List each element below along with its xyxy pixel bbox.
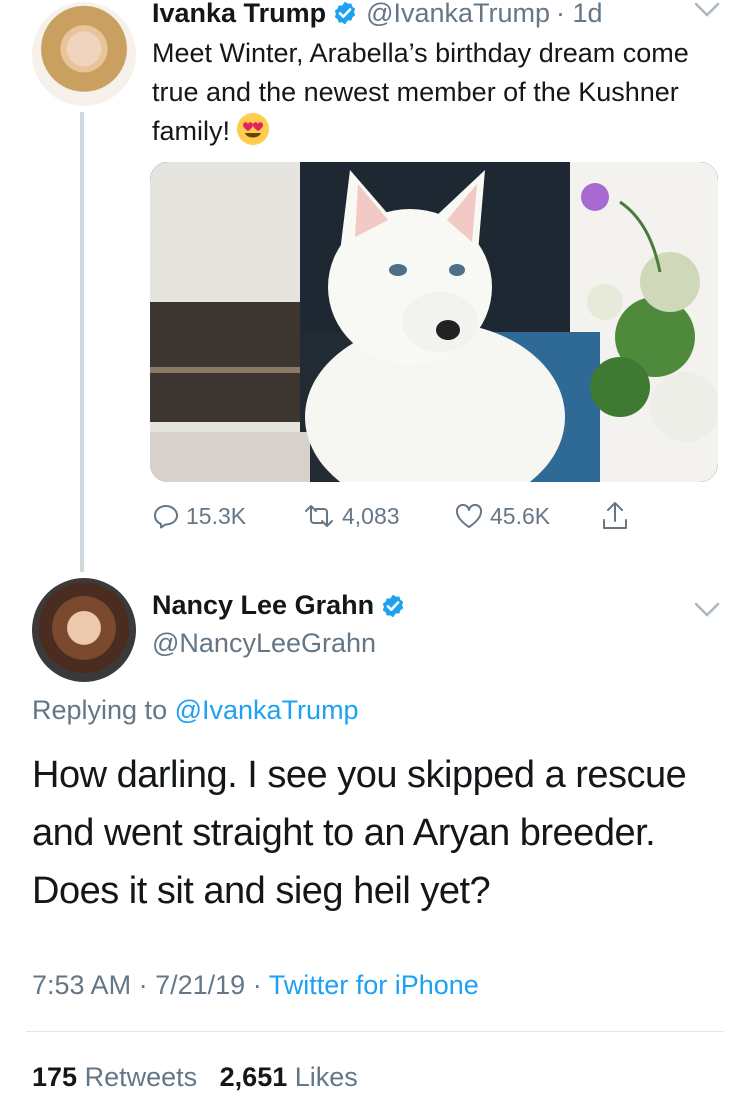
parent-tweet-header: Ivanka Trump @IvankaTrump · 1d <box>152 0 603 28</box>
verified-badge-icon <box>382 594 404 617</box>
chevron-down-icon[interactable] <box>692 0 722 20</box>
share-icon <box>603 502 627 529</box>
tweet-stats: 175 Retweets 2,651 Likes <box>32 1062 358 1093</box>
parent-tweet-actions: 15.3K 4,083 45.6K <box>152 496 672 536</box>
retweet-action[interactable]: 4,083 <box>302 496 400 536</box>
share-action[interactable] <box>600 496 636 536</box>
retweets-stat[interactable]: 175 Retweets <box>32 1062 197 1092</box>
parent-tweet-body: Meet Winter, Arabella’s birthday dream c… <box>152 38 689 146</box>
likes-stat-count: 2,651 <box>219 1062 288 1092</box>
meta-separator: · <box>252 970 262 1000</box>
tweet-meta: 7:53 AM · 7/21/19 · Twitter for iPhone <box>32 970 479 1001</box>
meta-separator: · <box>138 970 148 1000</box>
divider <box>26 1031 724 1032</box>
reply-author-handle[interactable]: @NancyLeeGrahn <box>152 628 376 659</box>
retweets-stat-count: 175 <box>32 1062 78 1092</box>
likes-stat[interactable]: 2,651 Likes <box>220 1062 358 1092</box>
reply-count: 15.3K <box>186 502 247 529</box>
ivanka-avatar[interactable] <box>32 2 136 106</box>
verified-badge-icon <box>334 1 356 25</box>
parent-tweet-text: Meet Winter, Arabella’s birthday dream c… <box>152 34 732 151</box>
thread-line <box>80 112 84 572</box>
replying-to-line: Replying to @IvankaTrump <box>32 695 359 726</box>
replying-to-link[interactable]: @IvankaTrump <box>175 695 359 725</box>
retweet-icon <box>305 505 333 527</box>
parent-author-handle[interactable]: @IvankaTrump <box>366 0 550 29</box>
tweet-time: 7:53 AM <box>32 970 132 1000</box>
retweet-count: 4,083 <box>342 502 400 529</box>
parent-author-name[interactable]: Ivanka Trump <box>152 0 326 29</box>
like-count: 45.6K <box>490 502 551 529</box>
replying-to-prefix: Replying to <box>32 695 168 725</box>
parent-time-ago: · 1d <box>556 0 603 28</box>
tweet-date: 7/21/19 <box>155 970 246 1000</box>
reply-icon <box>154 505 178 529</box>
nancy-avatar[interactable] <box>32 578 136 682</box>
heart-icon <box>455 503 483 528</box>
reply-author-name[interactable]: Nancy Lee Grahn <box>152 590 374 621</box>
reply-tweet-text: How darling. I see you skipped a rescue … <box>32 754 687 912</box>
tweet-source-link[interactable]: Twitter for iPhone <box>269 970 479 1000</box>
retweets-stat-label: Retweets <box>84 1062 198 1092</box>
reply-action[interactable]: 15.3K <box>152 496 246 536</box>
puppy-photo[interactable] <box>150 162 718 482</box>
chevron-down-icon[interactable] <box>692 600 722 620</box>
likes-stat-label: Likes <box>294 1062 358 1092</box>
heart-eyes-emoji-icon <box>237 113 270 145</box>
reply-author-row: Nancy Lee Grahn <box>152 590 414 621</box>
like-action[interactable]: 45.6K <box>454 496 550 536</box>
